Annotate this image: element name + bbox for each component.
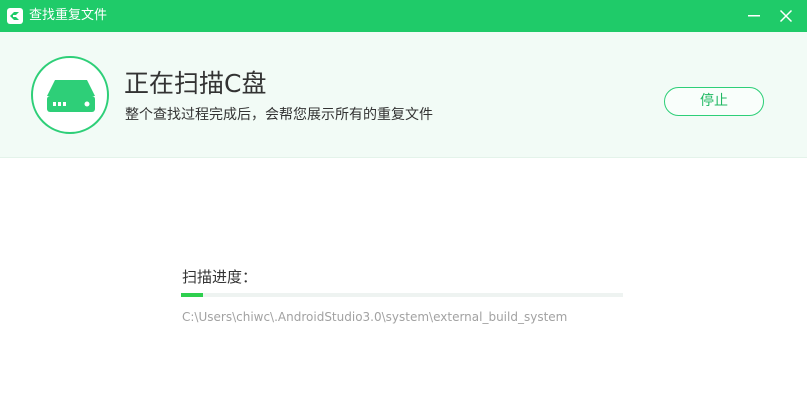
current-scan-path: C:\Users\chiwc\.AndroidStudio3.0\system\… <box>182 310 568 324</box>
progress-bar <box>181 293 623 297</box>
minimize-button[interactable] <box>740 0 768 32</box>
scan-subtitle: 整个查找过程完成后，会帮您展示所有的重复文件 <box>125 107 433 123</box>
title-bar[interactable]: 查找重复文件 <box>0 0 807 32</box>
duplicate-finder-window: 查找重复文件 正在扫描C盘 整个查找过程完成后，会帮您展示所有的重复文件 停止 … <box>0 0 807 398</box>
hard-disk-icon <box>47 80 95 112</box>
progress-label: 扫描进度： <box>182 268 258 286</box>
app-logo-icon <box>6 7 24 25</box>
disk-badge <box>31 56 109 134</box>
minimize-icon <box>748 15 760 17</box>
window-title: 查找重复文件 <box>29 8 108 23</box>
scan-title: 正在扫描C盘 <box>124 69 267 98</box>
close-icon <box>779 9 793 23</box>
progress-fill <box>181 293 204 297</box>
scan-header: 正在扫描C盘 整个查找过程完成后，会帮您展示所有的重复文件 停止 <box>0 32 807 158</box>
stop-button[interactable]: 停止 <box>664 87 764 116</box>
close-button[interactable] <box>772 0 800 32</box>
